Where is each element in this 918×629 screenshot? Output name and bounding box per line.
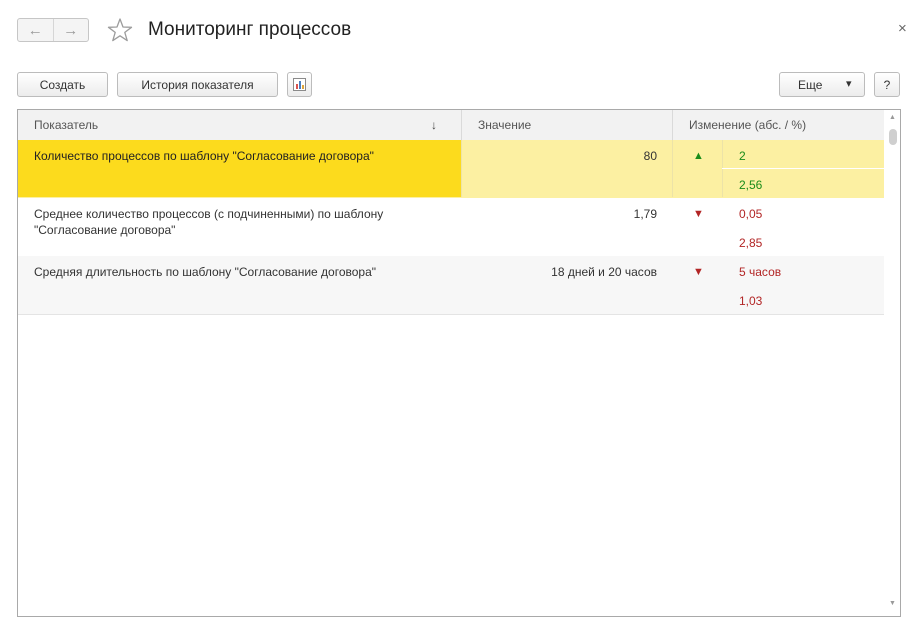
create-button-label: Создать: [39, 77, 86, 92]
column-header-indicator[interactable]: Показатель: [34, 118, 98, 132]
indicator-value: 80: [643, 149, 657, 163]
scrollbar-thumb[interactable]: [889, 129, 897, 145]
indicator-name: Количество процессов по шаблону "Согласо…: [34, 149, 374, 163]
change-percent: 2,56: [739, 178, 763, 192]
change-percent: 2,85: [739, 236, 763, 250]
scroll-down-icon[interactable]: ▼: [889, 600, 896, 607]
column-separator: [461, 110, 462, 140]
help-button[interactable]: ?: [874, 72, 900, 97]
column-separator: [672, 110, 673, 140]
arrow-right-icon: →: [63, 21, 79, 39]
change-absolute: 0,05: [739, 207, 763, 221]
change-percent: 1,03: [739, 294, 763, 308]
forward-button[interactable]: →: [52, 19, 89, 41]
star-icon[interactable]: [107, 17, 133, 43]
help-icon: ?: [883, 77, 891, 92]
table-header: Показатель ↓ Значение Изменение (абс. / …: [18, 110, 884, 141]
back-button[interactable]: ←: [18, 19, 53, 41]
history-button[interactable]: История показателя: [117, 72, 278, 97]
indicator-name: Средняя длительность по шаблону "Согласо…: [34, 265, 377, 279]
sort-arrow-icon[interactable]: ↓: [431, 118, 437, 132]
trend-down-icon: ▼: [693, 208, 704, 220]
trend-down-icon: ▼: [693, 266, 704, 278]
chevron-down-icon: ▾: [846, 78, 852, 90]
change-absolute: 5 часов: [739, 265, 782, 279]
table-row[interactable]: Средняя длительность по шаблону "Согласо…: [18, 256, 884, 315]
column-header-value[interactable]: Значение: [478, 118, 531, 132]
chart-button[interactable]: [287, 72, 312, 97]
more-button-label: Еще: [798, 77, 823, 92]
column-header-change[interactable]: Изменение (абс. / %): [689, 118, 806, 132]
indicator-name: Среднее количество процессов (с подчинен…: [34, 207, 384, 237]
indicators-table: Показатель ↓ Значение Изменение (абс. / …: [17, 109, 901, 617]
indicator-value: 1,79: [633, 207, 657, 221]
change-absolute: 2: [739, 149, 746, 163]
table-row[interactable]: Среднее количество процессов (с подчинен…: [18, 198, 884, 257]
bar-chart-icon: [293, 78, 306, 91]
create-button[interactable]: Создать: [17, 72, 108, 97]
vertical-scrollbar[interactable]: ▲ ▼: [884, 110, 900, 616]
table-row[interactable]: Количество процессов по шаблону "Согласо…: [18, 140, 884, 199]
arrow-left-icon: ←: [27, 21, 43, 39]
cell-divider: [722, 168, 884, 169]
more-button[interactable]: Еще ▾: [779, 72, 865, 97]
history-button-label: История показателя: [141, 77, 254, 92]
close-icon[interactable]: ×: [898, 20, 907, 37]
indicator-value: 18 дней и 20 часов: [551, 265, 657, 279]
scroll-up-icon[interactable]: ▲: [889, 114, 896, 121]
column-separator: [672, 140, 673, 197]
page-title: Мониторинг процессов: [148, 19, 352, 40]
navigation-buttons: ← →: [17, 18, 89, 42]
trend-up-icon: ▲: [693, 150, 704, 162]
